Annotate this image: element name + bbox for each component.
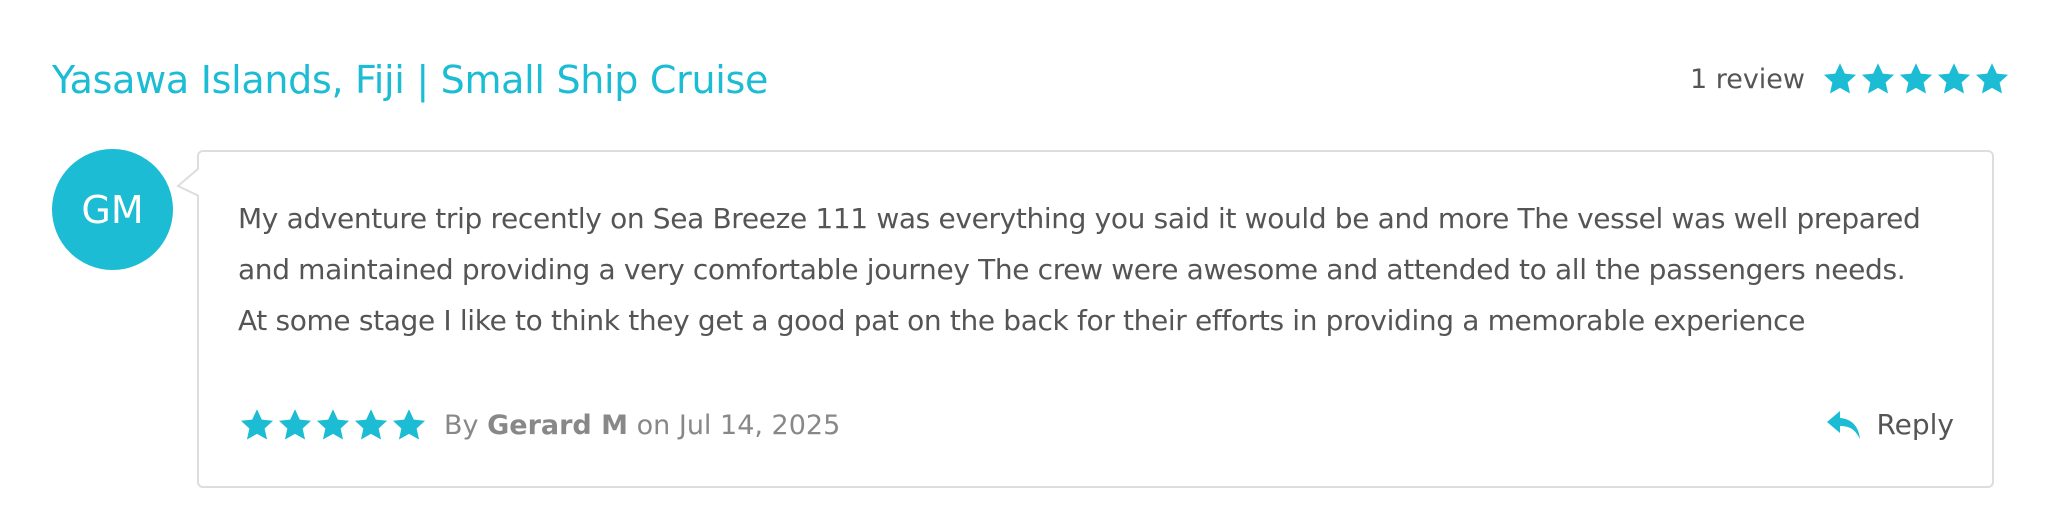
review-text-line: At some stage I like to think they get a…	[238, 304, 1806, 337]
reply-icon	[1826, 409, 1862, 441]
author-name: Gerard M	[487, 409, 629, 441]
avatar: GM	[52, 149, 173, 270]
star-icon	[1897, 61, 1935, 97]
star-icon	[1821, 61, 1859, 97]
review-stars	[238, 407, 428, 443]
star-icon	[352, 407, 390, 443]
rating-summary: 1 review	[1690, 61, 2011, 97]
reply-button[interactable]: Reply	[1826, 408, 1954, 441]
by-label: By	[444, 409, 479, 441]
star-icon	[314, 407, 352, 443]
listing-title[interactable]: Yasawa Islands, Fiji | Small Ship Cruise	[52, 58, 768, 102]
star-icon	[238, 407, 276, 443]
star-icon	[276, 407, 314, 443]
review-meta: By Gerard M on Jul 14, 2025	[238, 407, 840, 443]
star-icon	[1935, 61, 1973, 97]
review-date: Jul 14, 2025	[678, 409, 841, 441]
speech-bubble-pointer	[176, 168, 200, 196]
review-text-line: My adventure trip recently on Sea Breeze…	[238, 202, 1921, 235]
star-icon	[1859, 61, 1897, 97]
star-icon	[1973, 61, 2011, 97]
review-count[interactable]: 1 review	[1690, 64, 1805, 95]
star-icon	[390, 407, 428, 443]
summary-stars	[1821, 61, 2011, 97]
review-byline: By Gerard M on Jul 14, 2025	[444, 410, 840, 441]
on-label: on	[636, 409, 671, 441]
review-text-line: and maintained providing a very comforta…	[238, 253, 1906, 286]
reply-label: Reply	[1876, 408, 1954, 441]
review-text: My adventure trip recently on Sea Breeze…	[238, 193, 1978, 346]
